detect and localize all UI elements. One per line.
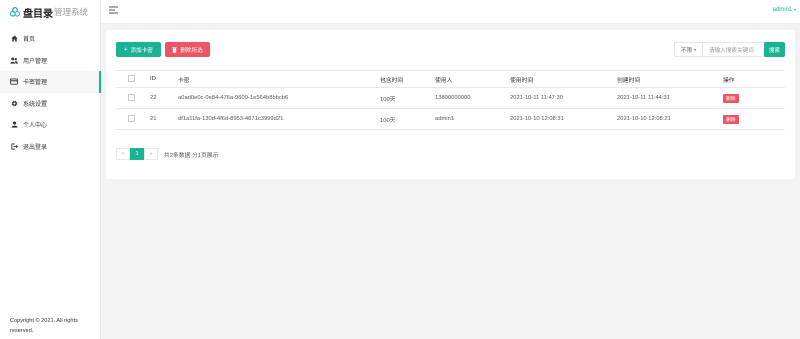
gear-icon (10, 99, 18, 107)
header-id: ID (146, 70, 174, 88)
caret-down-icon: ▾ (694, 47, 697, 52)
header-user: 使用人 (431, 70, 506, 88)
header-select-all[interactable] (116, 70, 146, 88)
cell-user: 13800000000 (431, 87, 506, 109)
topbar: admin1 ▾ (101, 0, 800, 24)
users-icon (10, 56, 18, 64)
pagination-info: 共2条数据 分1页展示 (164, 152, 219, 159)
copyright: Copyright © 2021. All rights reserved. (10, 318, 78, 334)
delete-row-button[interactable]: 删除 (723, 93, 739, 103)
plus-icon: + (124, 46, 128, 53)
sidebar-item-settings[interactable]: 系统设置 (0, 93, 100, 115)
sidebar-item-logout[interactable]: 退出登录 (0, 136, 100, 158)
header-action: 操作 (719, 70, 785, 88)
header-duration: 包含时间 (376, 70, 431, 88)
sidebar-item-label: 系统设置 (23, 101, 48, 108)
filter-select[interactable]: 不限 ▾ (674, 42, 702, 57)
sidebar-item-home[interactable]: 首页 (0, 28, 100, 50)
header-used-at: 使用时间 (506, 70, 613, 88)
sidebar-item-label: 用户管理 (23, 58, 48, 65)
add-card-label: 添加卡密 (130, 47, 153, 54)
menu-toggle-icon[interactable] (109, 6, 118, 14)
sidebar: 盘目录 管理系统 首页 用户管理 卡密管理 系统设置 个人中心 退出登录 Cop… (0, 0, 101, 339)
cell-user: admin1 (431, 108, 506, 130)
table-header-row: ID 卡密 包含时间 使用人 使用时间 创建时间 操作 (116, 70, 785, 88)
sidebar-item-cards[interactable]: 卡密管理 (0, 71, 101, 93)
next-page-button[interactable]: » (144, 148, 158, 160)
cell-duration: 100天 (376, 87, 431, 109)
cell-used-at: 2021-10-11 11:47:30 (506, 87, 613, 109)
cell-id: 21 (146, 108, 174, 130)
row-checkbox[interactable] (127, 93, 135, 101)
sidebar-item-label: 个人中心 (23, 123, 48, 130)
delete-selected-label: 删除所选 (180, 47, 203, 54)
table-row: 22 a0ad0e0c-0e84-476a-9609-1e564b8bbcb6 … (116, 87, 785, 109)
logo-icon (10, 7, 20, 17)
sidebar-item-label: 卡密管理 (23, 80, 48, 87)
delete-selected-button[interactable]: 删除所选 (165, 42, 210, 57)
caret-down-icon: ▾ (793, 7, 796, 12)
sidebar-item-label: 首页 (23, 37, 36, 44)
cell-id: 22 (146, 87, 174, 109)
brand-subtitle: 管理系统 (54, 7, 89, 17)
search-button[interactable]: 搜索 (764, 42, 785, 57)
cell-card: a0ad0e0c-0e84-476a-9609-1e564b8bbcb6 (174, 87, 376, 109)
cell-duration: 100天 (376, 108, 431, 130)
table-row: 21 df1a11fa-130d-4f6d-8953-4871c3999d21 … (116, 108, 785, 130)
cell-used-at: 2021-10-10 12:08:31 (506, 108, 613, 130)
prev-page-button[interactable]: « (116, 148, 130, 160)
select-all-checkbox[interactable] (127, 74, 135, 82)
delete-row-button[interactable]: 删除 (723, 114, 739, 124)
cards-panel: + 添加卡密 删除所选 不限 ▾ 请输入搜索关键词 搜索 ID 卡密 包含时间 … (106, 30, 795, 179)
row-checkbox[interactable] (127, 114, 135, 122)
search-group: 不限 ▾ 请输入搜索关键词 (674, 42, 766, 57)
header-card: 卡密 (174, 70, 376, 88)
sidebar-item-profile[interactable]: 个人中心 (0, 114, 100, 136)
user-menu[interactable]: admin1 ▾ (773, 7, 796, 13)
logout-icon (10, 142, 18, 150)
brand[interactable]: 盘目录 管理系统 (0, 0, 100, 24)
user-name: admin1 (772, 7, 793, 13)
cell-created-at: 2021-10-10 12:08:21 (613, 108, 719, 130)
sidebar-nav: 首页 用户管理 卡密管理 系统设置 个人中心 退出登录 (0, 28, 101, 158)
sidebar-item-label: 退出登录 (23, 144, 48, 151)
home-icon (10, 35, 18, 43)
trash-icon (172, 46, 178, 53)
user-icon (10, 121, 18, 129)
add-card-button[interactable]: + 添加卡密 (116, 42, 161, 57)
card-icon (10, 78, 18, 86)
cell-created-at: 2021-10-11 11:44:31 (613, 87, 719, 109)
brand-name: 盘目录 (23, 8, 53, 20)
filter-value: 不限 (680, 47, 693, 54)
page-button-current[interactable]: 1 (130, 148, 144, 160)
sidebar-item-users[interactable]: 用户管理 (0, 50, 100, 72)
search-input[interactable]: 请输入搜索关键词 (702, 42, 766, 57)
search-label: 搜索 (768, 47, 781, 54)
header-created-at: 创建时间 (613, 70, 719, 88)
cell-card: df1a11fa-130d-4f6d-8953-4871c3999d21 (174, 108, 376, 130)
cards-table: ID 卡密 包含时间 使用人 使用时间 创建时间 操作 22 a0ad0e0c-… (116, 70, 785, 130)
pagination: « 1 » 共2条数据 分1页展示 (116, 148, 218, 160)
